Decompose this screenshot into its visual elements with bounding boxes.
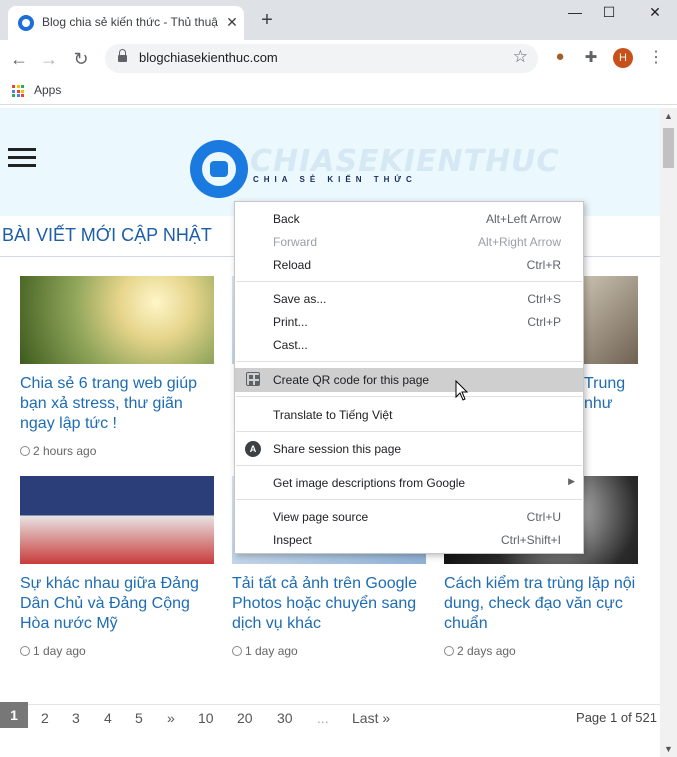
reload-icon[interactable]: ↻ — [70, 48, 92, 70]
browser-toolbar: ← → ↻ blogchiasekienthuc.com ☆ — [0, 40, 677, 77]
page-link[interactable]: 2 — [41, 710, 49, 726]
menu-item-reload[interactable]: Reload Ctrl+R — [235, 254, 583, 276]
menu-item-translate[interactable]: Translate to Tiếng Việt — [235, 404, 583, 426]
hamburger-menu-icon[interactable] — [8, 148, 36, 167]
page-link[interactable]: 3 — [72, 710, 80, 726]
page-link-current[interactable]: 1 — [0, 702, 28, 728]
share-session-icon: A — [245, 441, 261, 457]
post-time: 1 day ago — [20, 644, 214, 658]
section-title: BÀI VIẾT MỚI CẬP NHẬT — [2, 225, 212, 245]
close-window-button[interactable]: ✕ — [640, 4, 670, 24]
post-card[interactable]: Sự khác nhau giữa Đảng Dân Chủ và Đảng C… — [20, 476, 214, 658]
menu-item-forward[interactable]: Forward Alt+Right Arrow — [235, 231, 583, 253]
post-thumbnail[interactable] — [20, 276, 214, 364]
qr-code-icon — [246, 372, 260, 386]
bookmark-star-icon[interactable]: ☆ — [513, 47, 528, 67]
site-logo-tagline: CHIA SẺ KIẾN THỨC — [253, 175, 417, 184]
chrome-menu-icon[interactable]: ⋮ — [646, 48, 666, 68]
menu-item-save-as[interactable]: Save as... Ctrl+S — [235, 288, 583, 310]
menu-item-cast[interactable]: Cast... — [235, 334, 583, 356]
menu-item-image-descriptions[interactable]: Get image descriptions from Google ▶ — [235, 472, 583, 494]
site-logo-text[interactable]: CHIASEKIENTHUC — [250, 144, 560, 179]
menu-separator — [236, 431, 582, 432]
page-link[interactable]: 4 — [104, 710, 112, 726]
tab-title: Blog chia sẻ kiến thức - Thủ thuật — [42, 15, 218, 29]
menu-item-create-qr[interactable]: Create QR code for this page — [235, 368, 583, 392]
post-card[interactable]: Chia sẻ 6 trang web giúp bạn xả stress, … — [20, 276, 214, 458]
menu-separator — [236, 281, 582, 282]
site-favicon-icon — [18, 15, 34, 31]
apps-grid-icon[interactable] — [12, 85, 24, 97]
site-logo-icon[interactable] — [190, 140, 248, 198]
extension-cookie-icon[interactable]: ● — [550, 48, 570, 68]
pagination: 1 2 3 4 5 » 10 20 30 ... Last » Page 1 o… — [0, 702, 660, 732]
forward-arrow-icon[interactable]: → — [38, 48, 60, 70]
scrollbar-thumb[interactable] — [663, 128, 674, 168]
browser-tab[interactable]: Blog chia sẻ kiến thức - Thủ thuật ✕ — [8, 6, 244, 40]
site-header: CHIASEKIENTHUC CHIA SẺ KIẾN THỨC — [0, 108, 660, 216]
mouse-cursor-icon — [455, 380, 469, 401]
page-link[interactable]: 5 — [135, 710, 143, 726]
context-menu: Back Alt+Left Arrow Forward Alt+Right Ar… — [234, 201, 584, 554]
url-text: blogchiasekienthuc.com — [139, 50, 278, 65]
menu-separator — [236, 465, 582, 466]
clock-icon — [20, 446, 30, 456]
menu-item-view-source[interactable]: View page source Ctrl+U — [235, 506, 583, 528]
extensions-puzzle-icon[interactable]: ✚ — [581, 48, 601, 68]
clock-icon — [444, 646, 454, 656]
menu-separator — [236, 361, 582, 362]
post-title[interactable]: Cách kiểm tra trùng lặp nội dung, check … — [444, 574, 638, 634]
menu-separator — [236, 396, 582, 397]
post-title[interactable]: Tải tất cả ảnh trên Google Photos hoặc c… — [232, 574, 426, 634]
menu-item-print[interactable]: Print... Ctrl+P — [235, 311, 583, 333]
scroll-down-arrow-icon[interactable]: ▼ — [664, 744, 673, 754]
page-link-next[interactable]: » — [167, 710, 175, 726]
maximize-button[interactable]: ☐ — [594, 4, 624, 24]
post-time: 2 days ago — [444, 644, 638, 658]
page-link[interactable]: 20 — [237, 710, 253, 726]
menu-item-inspect[interactable]: Inspect Ctrl+Shift+I — [235, 529, 583, 551]
post-title[interactable]: Chia sẻ 6 trang web giúp bạn xả stress, … — [20, 374, 214, 434]
menu-separator — [236, 499, 582, 500]
submenu-arrow-icon: ▶ — [568, 476, 575, 486]
post-time: 1 day ago — [232, 644, 426, 658]
post-thumbnail[interactable] — [20, 476, 214, 564]
clock-icon — [232, 646, 242, 656]
lock-icon — [118, 49, 127, 63]
page-link[interactable]: 10 — [198, 710, 214, 726]
scroll-up-arrow-icon[interactable]: ▲ — [664, 111, 673, 121]
page-info: Page 1 of 521 — [576, 710, 657, 725]
page-scrollbar[interactable]: ▲ ▼ — [660, 108, 677, 757]
new-tab-button[interactable]: + — [256, 9, 278, 31]
menu-item-back[interactable]: Back Alt+Left Arrow — [235, 208, 583, 230]
page-link-last[interactable]: Last » — [352, 710, 390, 726]
back-arrow-icon[interactable]: ← — [8, 48, 30, 70]
menu-item-share[interactable]: A Share session this page — [235, 438, 583, 460]
post-time: 2 hours ago — [20, 444, 214, 458]
bookmarks-bar: Apps — [0, 77, 677, 105]
tab-close-icon[interactable]: ✕ — [224, 14, 240, 30]
page-ellipsis: ... — [317, 710, 329, 726]
tab-strip: Blog chia sẻ kiến thức - Thủ thuật ✕ + —… — [0, 0, 677, 40]
profile-avatar[interactable]: H — [613, 48, 633, 68]
post-title[interactable]: Sự khác nhau giữa Đảng Dân Chủ và Đảng C… — [20, 574, 214, 634]
minimize-button[interactable]: — — [560, 4, 590, 24]
page-link[interactable]: 30 — [277, 710, 293, 726]
apps-bookmark[interactable]: Apps — [34, 83, 61, 97]
address-bar[interactable]: blogchiasekienthuc.com ☆ — [105, 44, 538, 73]
clock-icon — [20, 646, 30, 656]
